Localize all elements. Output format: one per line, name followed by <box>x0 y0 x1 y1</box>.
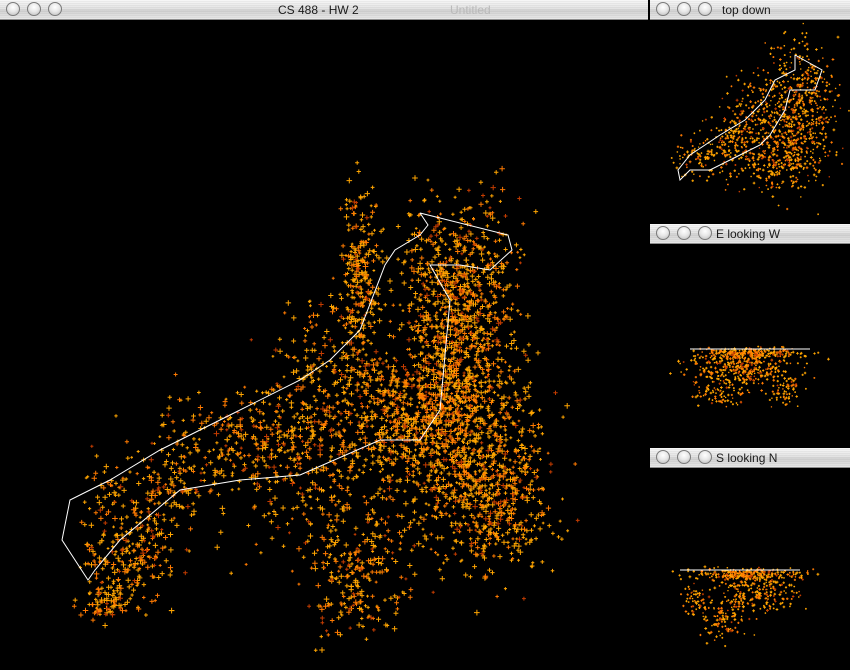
main-point-markers <box>72 160 580 653</box>
s-looking-n-titlebar[interactable]: S looking N <box>650 448 850 468</box>
zoom-button-icon[interactable] <box>698 450 712 464</box>
s-looking-n-title: S looking N <box>716 451 778 465</box>
main-window-title: CS 488 - HW 2 <box>278 3 359 17</box>
top-down-titlebar[interactable]: top down <box>650 0 850 20</box>
close-button-icon[interactable] <box>6 2 20 16</box>
minimize-button-icon[interactable] <box>677 226 691 240</box>
top-down-window-buttons <box>656 2 712 18</box>
top-down-title: top down <box>722 3 771 17</box>
e-looking-w-point-cloud[interactable] <box>650 244 850 446</box>
e-looking-w-view[interactable] <box>650 244 850 446</box>
main-titlebar[interactable]: CS 488 - HW 2 Untitled <box>0 0 648 20</box>
minimize-button-icon[interactable] <box>677 2 691 16</box>
top-down-point-markers <box>670 22 850 216</box>
minimize-button-icon[interactable] <box>27 2 41 16</box>
e-looking-w-titlebar[interactable]: E looking W <box>650 224 850 244</box>
zoom-button-icon[interactable] <box>698 226 712 240</box>
minimize-button-icon[interactable] <box>677 450 691 464</box>
s-looking-n-point-cloud[interactable] <box>650 468 850 670</box>
s-looking-n-window-buttons <box>656 450 712 466</box>
top-down-window: top down <box>650 0 850 220</box>
main-window-buttons <box>6 2 62 18</box>
close-button-icon[interactable] <box>656 2 670 16</box>
main-window: CS 488 - HW 2 Untitled <box>0 0 648 670</box>
s-looking-n-view[interactable] <box>650 468 850 670</box>
e-looking-w-point-markers <box>669 345 830 408</box>
top-down-point-cloud[interactable] <box>650 20 850 220</box>
main-3d-view[interactable] <box>0 20 648 670</box>
close-button-icon[interactable] <box>656 226 670 240</box>
zoom-button-icon[interactable] <box>48 2 62 16</box>
top-down-view[interactable] <box>650 20 850 220</box>
e-looking-w-window: E looking W <box>650 224 850 446</box>
s-looking-n-point-markers <box>671 565 820 648</box>
s-looking-n-window: S looking N <box>650 448 850 670</box>
zoom-button-icon[interactable] <box>698 2 712 16</box>
main-window-subtitle: Untitled <box>450 3 491 17</box>
e-looking-w-window-buttons <box>656 226 712 242</box>
close-button-icon[interactable] <box>656 450 670 464</box>
e-looking-w-title: E looking W <box>716 227 781 241</box>
main-point-cloud[interactable] <box>0 20 648 670</box>
